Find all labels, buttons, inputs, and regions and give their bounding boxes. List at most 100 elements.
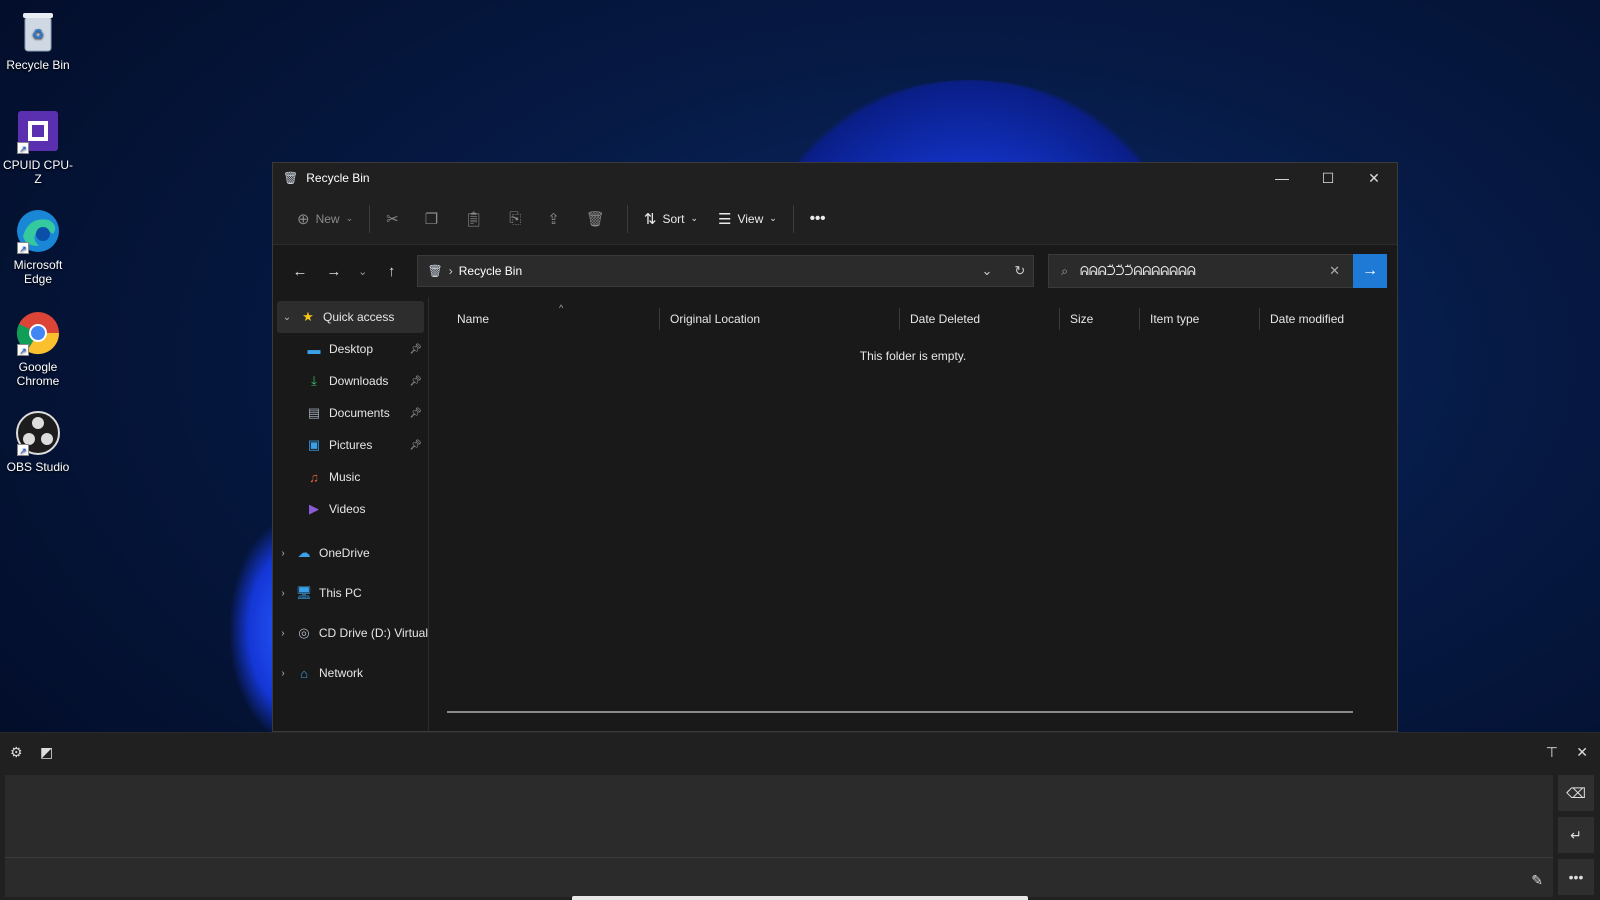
cut-button[interactable]: ✂ <box>376 202 415 236</box>
pin-icon[interactable]: 📌︎ <box>409 344 422 355</box>
horizontal-scrollbar[interactable] <box>447 711 1353 713</box>
desktop-icon-obs[interactable]: ↗ OBS Studio <box>2 410 74 474</box>
dock-icon[interactable]: ⊤ <box>1546 744 1558 761</box>
file-list-pane: ^ Name Original Location Date Deleted Si… <box>429 297 1397 731</box>
sort-label: Sort <box>662 211 685 226</box>
star-icon: ★ <box>302 309 314 324</box>
share-button[interactable]: ⇪ <box>537 202 576 236</box>
gear-icon[interactable]: ⚙ <box>10 744 23 761</box>
sidebar-item-label: OneDrive <box>319 546 370 560</box>
desktop-icon-recycle-bin[interactable]: ♻ Recycle Bin <box>2 8 74 72</box>
paste-button[interactable]: 📋︎ <box>454 202 499 236</box>
sidebar-item-onedrive[interactable]: › ☁ OneDrive <box>273 533 428 573</box>
rename-button[interactable]: ⎘ <box>499 202 537 236</box>
recent-locations-chevron-icon[interactable]: ⌄ <box>351 265 375 278</box>
search-input[interactable]: ᕱᕱᕱᑒᑒᑒᕱᕱᕱᕱᕱᕱᕱ <box>1080 264 1196 279</box>
sidebar-item-documents[interactable]: ▤ Documents 📌︎ <box>273 397 428 429</box>
search-go-button[interactable]: → <box>1353 254 1388 288</box>
sidebar-item-pictures[interactable]: ▣ Pictures 📌︎ <box>273 429 428 461</box>
refresh-icon[interactable]: ↻ <box>1014 263 1025 279</box>
more-options-button[interactable]: ••• <box>1558 859 1594 895</box>
chevron-right-icon: › <box>281 547 285 559</box>
chevron-down-icon: ⌄ <box>282 311 292 323</box>
empty-folder-message: This folder is empty. <box>859 349 967 363</box>
desktop-icon-label: CPUID CPU-Z <box>2 158 73 186</box>
column-header-name[interactable]: Name <box>447 308 659 330</box>
sticker-icon[interactable]: ◩ <box>40 744 53 761</box>
this-pc-icon: 🖥︎ <box>295 585 313 600</box>
minimize-icon[interactable]: — <box>1259 163 1305 193</box>
sidebar-item-label: This PC <box>319 586 362 600</box>
column-header-date-deleted[interactable]: Date Deleted <box>899 308 1059 330</box>
more-dots-icon: ••• <box>809 210 826 227</box>
sidebar-item-music[interactable]: ♫ Music <box>273 461 428 493</box>
svg-text:♻: ♻ <box>32 26 45 42</box>
shortcut-arrow-icon: ↗ <box>17 444 29 456</box>
chevron-right-icon: › <box>281 587 285 599</box>
up-arrow-icon[interactable]: ↑ <box>375 263 409 280</box>
trash-icon: 🗑︎ <box>585 210 605 228</box>
column-header-size[interactable]: Size <box>1059 308 1139 330</box>
address-bar[interactable]: 🗑 › Recycle Bin ⌄ ↻ <box>416 255 1035 287</box>
column-header-date-modified[interactable]: Date modified <box>1259 308 1379 330</box>
column-header-original-location[interactable]: Original Location <box>659 308 899 330</box>
sidebar-item-label: Desktop <box>329 342 374 356</box>
enter-button[interactable]: ↵ <box>1558 817 1594 853</box>
handwriting-area[interactable]: ✎ <box>5 775 1553 897</box>
sidebar-item-network[interactable]: › ⌂ Network <box>273 653 428 693</box>
back-arrow-icon[interactable]: ← <box>283 263 317 280</box>
recycle-bin-icon: ♻ <box>15 8 61 54</box>
sidebar-item-videos[interactable]: ▶ Videos <box>273 493 428 525</box>
close-icon[interactable]: ✕ <box>1576 744 1588 761</box>
onedrive-icon: ☁ <box>297 545 311 560</box>
panel-toolbar: ⚙ ◩ ⊤ ✕ <box>0 733 1600 771</box>
plus-circle-icon: ⊕ <box>297 210 310 228</box>
pen-icon[interactable]: ✎ <box>1531 872 1543 889</box>
sort-button[interactable]: ⇅ Sort ⌄ <box>634 202 708 236</box>
address-history-chevron-icon[interactable]: ⌄ <box>981 263 992 279</box>
breadcrumb-item[interactable]: Recycle Bin <box>459 264 522 278</box>
separator <box>792 204 794 233</box>
scissors-icon: ✂ <box>386 210 399 228</box>
sidebar-item-label: Pictures <box>329 438 373 452</box>
new-label: New <box>315 211 340 226</box>
desktop-folder-icon: ▬ <box>307 341 321 357</box>
chevron-right-icon: › <box>281 627 285 639</box>
clipboard-icon: 📋︎ <box>464 210 484 228</box>
sidebar-item-quick-access[interactable]: ⌄ ★ Quick access <box>277 301 424 333</box>
sidebar-item-desktop[interactable]: ▬ Desktop 📌︎ <box>273 333 428 365</box>
sidebar-item-this-pc[interactable]: › 🖥︎ This PC <box>273 573 428 613</box>
maximize-icon[interactable]: ☐ <box>1305 163 1351 193</box>
more-options-button[interactable]: ••• <box>800 202 842 236</box>
title-bar[interactable]: 🗑 Recycle Bin — ☐ ✕ <box>273 163 1397 193</box>
new-button[interactable]: ⊕ New ⌄ <box>287 202 363 236</box>
view-lines-icon: ☰ <box>718 210 732 228</box>
navigation-pane: ⌄ ★ Quick access ▬ Desktop 📌︎ ⤓ Download… <box>273 297 429 731</box>
close-icon[interactable]: ✕ <box>1351 163 1397 193</box>
sidebar-item-label: CD Drive (D:) Virtual <box>318 626 428 640</box>
desktop-icon-label: Recycle Bin <box>6 58 70 72</box>
edge-icon: ↗ <box>15 208 61 254</box>
delete-button[interactable]: 🗑︎ <box>576 202 621 236</box>
sidebar-item-downloads[interactable]: ⤓ Downloads 📌︎ <box>273 365 428 397</box>
forward-arrow-icon[interactable]: → <box>317 263 351 280</box>
search-box[interactable]: ⌕ ᕱᕱᕱᑒᑒᑒᕱᕱᕱᕱᕱᕱᕱ ✕ → <box>1048 254 1388 288</box>
panel-drag-handle[interactable] <box>572 896 1028 900</box>
window-title: Recycle Bin <box>306 171 370 185</box>
desktop-icon-cpu-z[interactable]: ↗ CPUID CPU-Z <box>2 108 74 186</box>
backspace-button[interactable]: ⌫ <box>1558 775 1594 811</box>
pin-icon[interactable]: 📌︎ <box>409 440 422 451</box>
documents-icon: ▤ <box>307 405 321 420</box>
clear-search-icon[interactable]: ✕ <box>1329 263 1340 279</box>
desktop-icon-edge[interactable]: ↗ Microsoft Edge <box>2 208 74 286</box>
sidebar-item-label: Music <box>329 470 361 484</box>
pin-icon[interactable]: 📌︎ <box>409 376 422 387</box>
copy-button[interactable]: ❐ <box>415 202 454 236</box>
sidebar-item-cd-drive[interactable]: › ◎ CD Drive (D:) Virtual <box>273 613 428 653</box>
sidebar-item-label: Downloads <box>329 374 389 388</box>
pin-icon[interactable]: 📌︎ <box>409 408 422 419</box>
view-button[interactable]: ☰ View ⌄ <box>708 202 787 236</box>
music-icon: ♫ <box>309 469 319 485</box>
desktop-icon-chrome[interactable]: ↗ Google Chrome <box>2 310 74 388</box>
column-header-item-type[interactable]: Item type <box>1139 308 1259 330</box>
